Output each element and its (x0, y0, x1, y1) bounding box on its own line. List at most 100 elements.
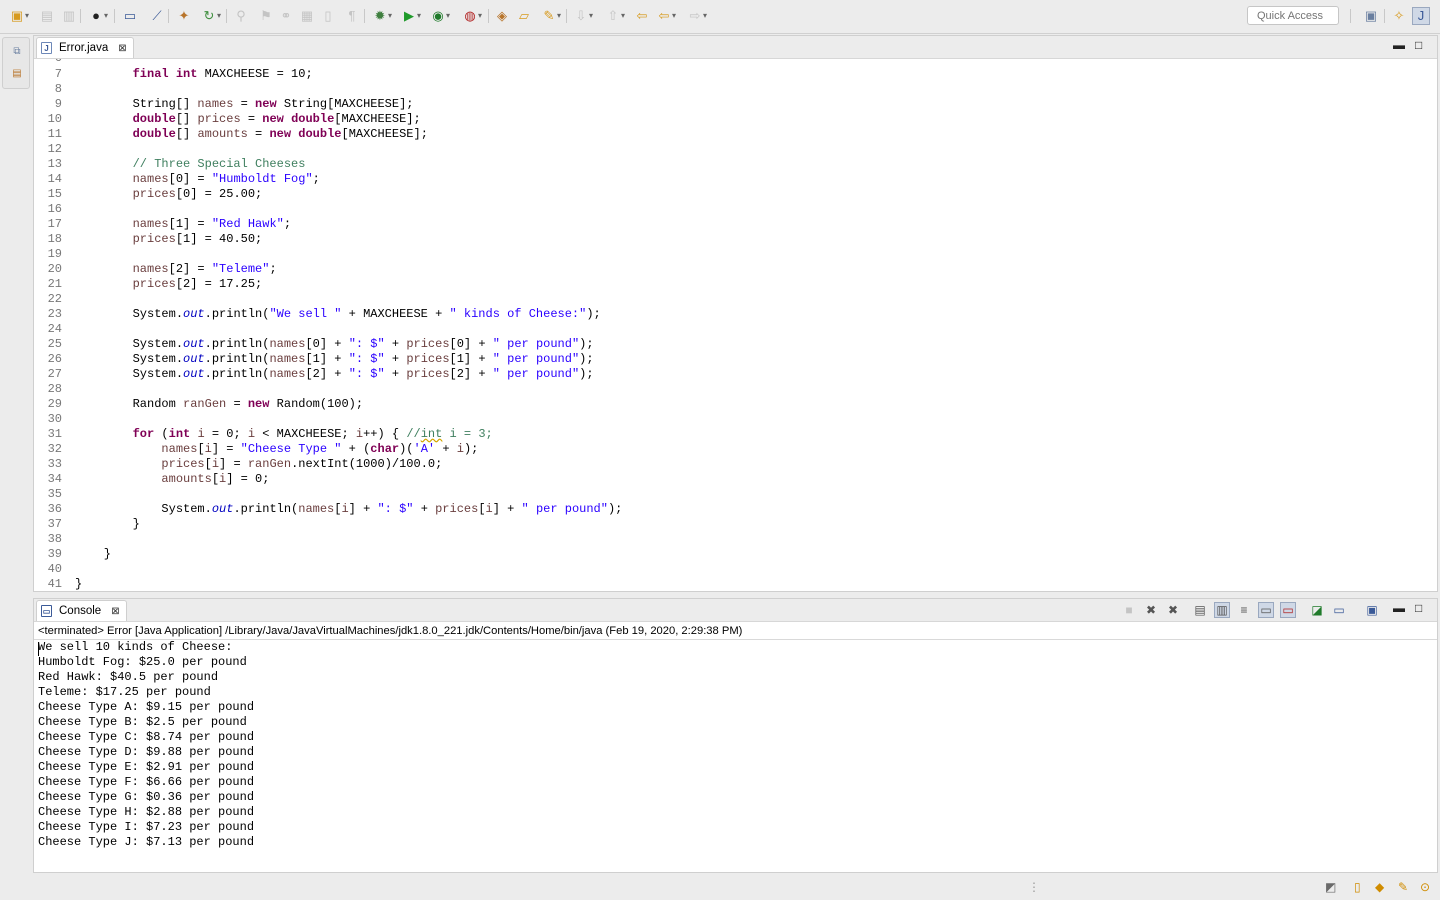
minimize-icon[interactable]: ▬ (1393, 38, 1405, 52)
line-number: 26 (47, 352, 62, 366)
open-console-icon[interactable]: ▣ (1364, 602, 1380, 618)
code-line: 12 (34, 142, 62, 157)
editor-tab-bar: J Error.java ⊠ ▬ □ (34, 36, 1437, 59)
code-line: 19 (34, 247, 62, 262)
debug-icon[interactable]: ✹ (371, 7, 392, 25)
line-source: // Three Special Cheeses (132, 157, 306, 171)
pin-icon[interactable]: ⚑ (257, 7, 275, 25)
console-view: ▭ Console ⊠ ■ ✖ ✖ ▤ ▥ ≡ ▭ ▭ ◪ ▭ ▣ ▬ □ <t… (33, 598, 1438, 873)
line-number: 32 (47, 442, 62, 456)
maximize-icon[interactable]: □ (1415, 38, 1422, 52)
code-line: 29 Random ranGen = new Random(100); (34, 397, 364, 412)
java-editor: J Error.java ⊠ ▬ □ 67 final int MAXCHEES… (33, 35, 1438, 592)
link-icon[interactable]: ⚭ (277, 7, 295, 25)
package-explorer-icon[interactable]: ▤ (11, 68, 23, 80)
clear-console-icon[interactable]: ▤ (1192, 602, 1208, 618)
line-number: 8 (54, 82, 62, 96)
line-number: 25 (47, 337, 62, 351)
save-icon[interactable]: ▤ (38, 7, 56, 25)
close-icon[interactable]: ⊠ (111, 606, 119, 617)
account-icon[interactable]: ● (87, 7, 108, 25)
status-separator-icon: ⋮ (1028, 880, 1040, 894)
code-line: 25 System.out.println(names[0] + ": $" +… (34, 337, 594, 352)
close-icon[interactable]: ⊠ (118, 43, 126, 54)
line-number: 23 (47, 307, 62, 321)
remove-all-launches-icon[interactable]: ✖ (1165, 602, 1181, 618)
line-source: System.out.println(names[i] + ": $" + pr… (75, 502, 623, 516)
line-source: for (int i = 0; i < MAXCHEESE; i++) { //… (132, 427, 493, 441)
quick-access-input[interactable] (1247, 6, 1339, 25)
terminal-icon[interactable]: ▭ (121, 7, 139, 25)
line-number: 29 (47, 397, 62, 411)
line-number: 36 (47, 502, 62, 516)
open-perspective-icon[interactable]: ▣ (1362, 7, 1380, 25)
console-output-line: Cheese Type F: $6.66 per pound (38, 775, 255, 789)
word-wrap-icon[interactable]: ≡ (1236, 602, 1252, 618)
forward-arrow-icon[interactable]: ⇨ (686, 7, 707, 25)
scroll-lock-icon[interactable]: ▥ (1214, 602, 1230, 618)
line-source: names[2] = "Teleme"; (132, 262, 277, 276)
line-number: 28 (47, 382, 62, 396)
display-selected-console-icon[interactable]: ▭ (1331, 602, 1347, 618)
whats-new-icon[interactable]: ✎ (1398, 880, 1408, 894)
tutorials-icon[interactable]: ▯ (1354, 880, 1361, 894)
tab-label: Error.java (59, 42, 109, 54)
open-folder-icon[interactable]: ▱ (515, 7, 533, 25)
help-icon[interactable]: ⊙ (1420, 880, 1430, 894)
perspective-debug-icon[interactable]: ✧ (1390, 7, 1408, 25)
back-arrow-icon[interactable]: ⇦ (655, 7, 676, 25)
samples-icon[interactable]: ◆ (1375, 880, 1384, 894)
last-edit-icon[interactable]: ⇦ (633, 7, 651, 25)
tab-console[interactable]: ▭ Console ⊠ (36, 600, 127, 621)
console-output-line: Cheese Type H: $2.88 per pound (38, 805, 255, 819)
code-line: 39 } (34, 547, 111, 562)
console-output-line: Teleme: $17.25 per pound (38, 685, 211, 699)
perspective-java-icon[interactable]: J (1412, 7, 1430, 25)
console-status: <terminated> Error [Java Application] /L… (38, 625, 743, 637)
minimize-icon[interactable]: ▬ (1393, 601, 1405, 615)
console-output-line: Cheese Type D: $9.88 per pound (38, 745, 255, 759)
whitespace-icon[interactable]: ▯ (319, 7, 337, 25)
line-number: 24 (47, 322, 62, 336)
paragraph-icon[interactable]: ¶ (343, 7, 361, 25)
run-icon[interactable]: ▶ (400, 7, 421, 25)
save-all-icon[interactable]: ▥ (60, 7, 78, 25)
block-icon[interactable]: ▦ (298, 7, 316, 25)
tab-error-java[interactable]: J Error.java ⊠ (36, 37, 134, 58)
line-number: 14 (47, 172, 62, 186)
console-output-line: Cheese Type J: $7.13 per pound (38, 835, 255, 849)
console-output-line: Cheese Type I: $7.23 per pound (38, 820, 255, 834)
line-source: Random ranGen = new Random(100); (75, 397, 364, 411)
new-java-project-icon[interactable]: ◈ (493, 7, 511, 25)
previous-annotation-icon[interactable]: ⇧ (604, 7, 625, 25)
skip-breakpoints-icon[interactable]: ⟋ (148, 7, 166, 25)
terminate-icon[interactable]: ■ (1121, 602, 1137, 618)
restore-icon[interactable]: ⧉ (11, 46, 23, 58)
line-source: System.out.println(names[2] + ": $" + pr… (75, 367, 594, 381)
line-number: 13 (47, 157, 62, 171)
main-toolbar: ▣ ▤ ▥ ● ▭ ⟋ ✦ ↻ ⚲ ⚑ ⚭ ▦ ▯ ¶ ✹ ▶ ◉ ◍ ◈ ▱ … (0, 0, 1440, 34)
new-wizard-icon[interactable]: ▣ (8, 7, 29, 25)
line-number: 34 (47, 472, 62, 486)
code-line: 14 names[0] = "Humboldt Fog"; (34, 172, 320, 187)
code-area[interactable]: 67 final int MAXCHEESE = 10;89 String[] … (34, 59, 1437, 591)
code-line: 30 (34, 412, 62, 427)
remove-launch-icon[interactable]: ✖ (1143, 602, 1159, 618)
show-on-stdout-icon[interactable]: ▭ (1258, 602, 1274, 618)
line-source: String[] names = new String[MAXCHEESE]; (75, 97, 414, 111)
package-icon[interactable]: ✦ (175, 7, 193, 25)
key-icon[interactable]: ⚲ (232, 7, 250, 25)
next-annotation-icon[interactable]: ⇩ (572, 7, 593, 25)
external-tools-icon[interactable]: ◍ (461, 7, 482, 25)
pin-console-icon[interactable]: ◪ (1309, 602, 1325, 618)
search-icon[interactable]: ✎ (540, 7, 561, 25)
line-source: names[0] = "Humboldt Fog"; (132, 172, 320, 186)
line-number: 40 (47, 562, 62, 576)
show-on-stderr-icon[interactable]: ▭ (1280, 602, 1296, 618)
progress-icon[interactable]: ◩ (1325, 880, 1336, 894)
line-number: 35 (47, 487, 62, 501)
refresh-icon[interactable]: ↻ (200, 7, 221, 25)
line-source: } (75, 547, 112, 561)
maximize-icon[interactable]: □ (1415, 601, 1422, 615)
coverage-icon[interactable]: ◉ (429, 7, 450, 25)
